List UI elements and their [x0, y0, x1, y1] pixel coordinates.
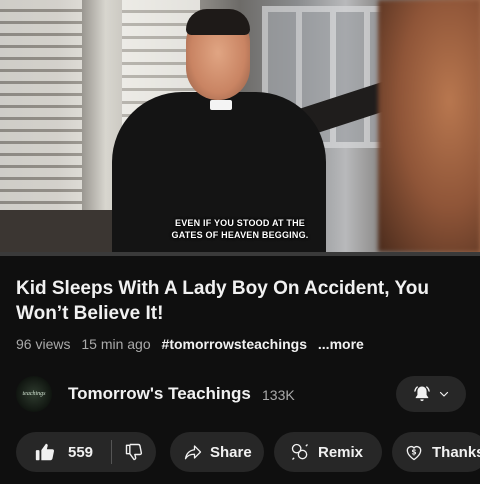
- svg-text:$: $: [411, 448, 416, 457]
- video-player[interactable]: EVEN IF YOU STOOD AT THE GATES OF HEAVEN…: [0, 0, 480, 252]
- like-count: 559: [68, 443, 94, 461]
- remix-label: Remix: [318, 443, 364, 461]
- like-dislike-group: 559: [16, 432, 156, 472]
- video-progress-bar[interactable]: [0, 252, 480, 256]
- channel-name[interactable]: Tomorrow's Teachings: [68, 384, 251, 404]
- speaker-hair: [186, 9, 250, 35]
- thanks-button[interactable]: $ Thanks: [392, 432, 480, 472]
- notifications-button[interactable]: [396, 376, 466, 412]
- more-button[interactable]: ...more: [318, 336, 364, 352]
- foreground-blur: [378, 0, 480, 252]
- video-meta[interactable]: 96 views 15 min ago #tomorrowsteachings …: [16, 336, 371, 352]
- remix-icon: [290, 442, 310, 462]
- window-blinds: [0, 0, 82, 215]
- share-label: Share: [210, 443, 252, 461]
- thumbs-down-icon: [124, 442, 144, 462]
- caption-line-1: EVEN IF YOU STOOD AT THE: [175, 218, 305, 228]
- video-title: Kid Sleeps With A Lady Boy On Accident, …: [16, 278, 429, 324]
- caption-line-2: GATES OF HEAVEN BEGGING.: [171, 230, 309, 240]
- remix-button[interactable]: Remix: [274, 432, 382, 472]
- channel-avatar[interactable]: teachings: [16, 376, 52, 412]
- dislike-button[interactable]: [112, 432, 144, 472]
- heart-dollar-icon: $: [404, 442, 424, 462]
- hashtag-link[interactable]: #tomorrowsteachings: [162, 336, 307, 352]
- share-button[interactable]: Share: [170, 432, 264, 472]
- clerical-collar: [210, 100, 232, 110]
- avatar-text: teachings: [22, 391, 46, 397]
- upload-time: 15 min ago: [81, 336, 151, 352]
- action-bar: 559 Share Remix $ Thanks: [16, 432, 480, 472]
- bell-ring-icon: [412, 384, 432, 404]
- channel-row: teachings Tomorrow's Teachings 133K: [16, 374, 468, 414]
- thanks-label: Thanks: [432, 443, 480, 461]
- share-icon: [184, 443, 202, 461]
- thumbs-up-icon: [34, 441, 56, 463]
- video-caption: EVEN IF YOU STOOD AT THE GATES OF HEAVEN…: [140, 217, 340, 241]
- subscriber-count: 133K: [262, 387, 295, 403]
- view-count: 96 views: [16, 336, 71, 352]
- like-button[interactable]: 559: [16, 432, 93, 472]
- chevron-down-icon: [438, 388, 450, 400]
